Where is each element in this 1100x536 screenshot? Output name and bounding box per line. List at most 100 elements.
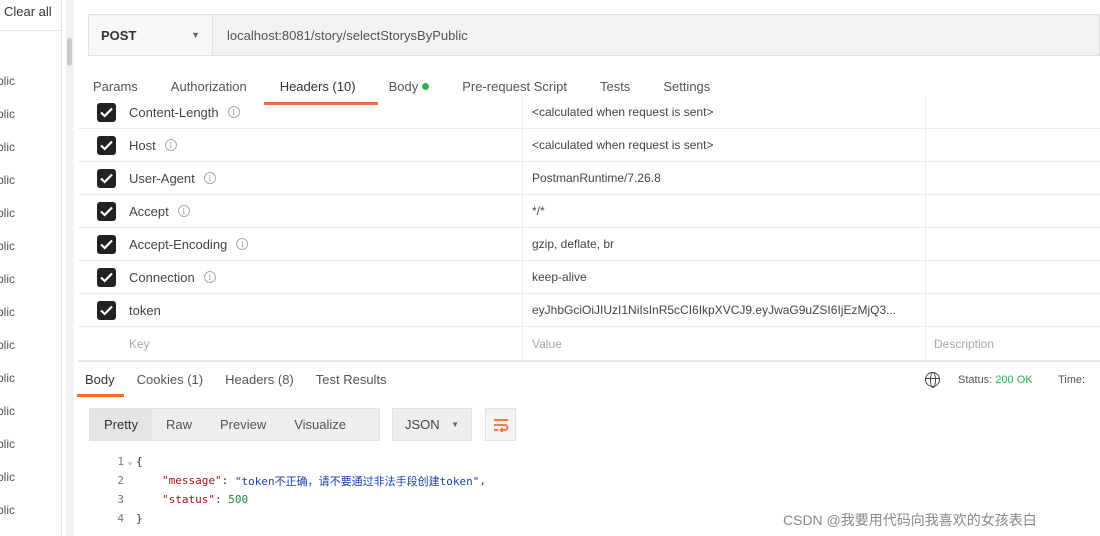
history-item[interactable]: blic bbox=[0, 239, 15, 253]
history-item[interactable]: blic bbox=[0, 140, 15, 154]
header-value[interactable]: <calculated when request is sent> bbox=[523, 96, 926, 128]
header-key-cell: Accept-Encoding i bbox=[78, 228, 523, 260]
fold-icon[interactable]: ⌄ bbox=[124, 457, 136, 467]
code-line: 1 ⌄ { bbox=[100, 452, 143, 471]
checkmark-icon bbox=[100, 305, 113, 316]
header-enabled-checkbox[interactable] bbox=[97, 300, 116, 320]
header-description[interactable] bbox=[926, 261, 1100, 293]
header-key[interactable]: Content-Length bbox=[129, 105, 219, 120]
header-description[interactable] bbox=[926, 294, 1100, 326]
checkmark-icon bbox=[100, 173, 113, 184]
info-icon[interactable]: i bbox=[236, 238, 249, 250]
history-item[interactable]: blic bbox=[0, 107, 15, 121]
history-item[interactable]: blic bbox=[0, 173, 15, 187]
history-item[interactable]: blic bbox=[0, 305, 15, 319]
header-description[interactable] bbox=[926, 96, 1100, 128]
clear-all-button[interactable]: Clear all bbox=[4, 4, 52, 19]
format-select[interactable]: JSON ▼ bbox=[392, 408, 472, 441]
header-key-cell: Host i bbox=[78, 129, 523, 161]
header-description[interactable] bbox=[926, 162, 1100, 194]
history-item[interactable]: blic bbox=[0, 371, 15, 385]
checkmark-icon bbox=[100, 206, 113, 217]
visualize-button[interactable]: Visualize bbox=[280, 409, 360, 440]
history-item[interactable]: blic bbox=[0, 470, 15, 484]
code-token: { bbox=[136, 455, 143, 468]
json-string-value: "token不正确，请不要通过非法手段创建token" bbox=[234, 474, 480, 488]
history-item[interactable]: blic bbox=[0, 338, 15, 352]
new-header-value-input[interactable]: Value bbox=[523, 328, 926, 360]
checkmark-icon bbox=[100, 239, 113, 250]
header-value[interactable]: keep-alive bbox=[523, 261, 926, 293]
json-number-value: 500 bbox=[228, 493, 249, 506]
info-icon[interactable]: i bbox=[164, 139, 177, 151]
response-tab-body[interactable]: Body bbox=[77, 372, 124, 397]
header-key[interactable]: token bbox=[129, 303, 161, 318]
header-value[interactable]: PostmanRuntime/7.26.8 bbox=[523, 162, 926, 194]
header-key[interactable]: Accept-Encoding bbox=[129, 237, 227, 252]
header-value[interactable]: gzip, deflate, br bbox=[523, 228, 926, 260]
header-enabled-checkbox[interactable] bbox=[97, 267, 116, 287]
sidebar-scrollbar-track[interactable] bbox=[66, 0, 74, 536]
line-number: 1 bbox=[117, 455, 124, 468]
header-description[interactable] bbox=[926, 228, 1100, 260]
method-select[interactable]: POST ▼ bbox=[89, 15, 213, 55]
header-description[interactable] bbox=[926, 195, 1100, 227]
checkmark-icon bbox=[100, 140, 113, 151]
history-item[interactable]: blic bbox=[0, 272, 15, 286]
header-key[interactable]: Host bbox=[129, 138, 156, 153]
header-value[interactable]: <calculated when request is sent> bbox=[523, 129, 926, 161]
header-key-cell: Accept i bbox=[78, 195, 523, 227]
code-line: 4 } bbox=[100, 509, 143, 528]
sidebar-scrollbar-thumb[interactable] bbox=[67, 38, 72, 66]
header-key[interactable]: User-Agent bbox=[129, 171, 195, 186]
header-value[interactable]: */* bbox=[523, 195, 926, 227]
response-tab-headers[interactable]: Headers (8) bbox=[225, 372, 294, 387]
header-description[interactable] bbox=[926, 129, 1100, 161]
table-row-placeholder: Key Value Description bbox=[78, 328, 1100, 361]
json-key: "status" bbox=[162, 493, 215, 506]
line-number: 4 bbox=[117, 512, 124, 525]
preview-button[interactable]: Preview bbox=[206, 409, 280, 440]
info-icon[interactable]: i bbox=[203, 172, 216, 184]
response-tab-cookies[interactable]: Cookies (1) bbox=[137, 372, 203, 387]
info-icon[interactable]: i bbox=[177, 205, 190, 217]
url-input[interactable]: localhost:8081/story/selectStorysByPubli… bbox=[213, 28, 468, 43]
header-enabled-checkbox[interactable] bbox=[97, 168, 116, 188]
status-value: 200 OK bbox=[995, 374, 1033, 386]
info-icon[interactable]: i bbox=[227, 106, 240, 118]
table-row: User-Agent i PostmanRuntime/7.26.8 bbox=[78, 162, 1100, 195]
wrap-lines-button[interactable] bbox=[485, 408, 516, 441]
raw-button[interactable]: Raw bbox=[152, 409, 206, 440]
header-enabled-checkbox[interactable] bbox=[97, 102, 116, 122]
pretty-button[interactable]: Pretty bbox=[90, 409, 152, 440]
history-item[interactable]: blic bbox=[0, 74, 15, 88]
header-enabled-checkbox[interactable] bbox=[97, 201, 116, 221]
table-row: token eyJhbGciOiJIUzI1NiIsInR5cCI6IkpXVC… bbox=[78, 294, 1100, 327]
header-value[interactable]: eyJhbGciOiJIUzI1NiIsInR5cCI6IkpXVCJ9.eyJ… bbox=[523, 294, 926, 326]
table-row: Host i <calculated when request is sent> bbox=[78, 129, 1100, 162]
table-row: Accept i */* bbox=[78, 195, 1100, 228]
new-header-key-input[interactable]: Key bbox=[78, 328, 523, 360]
header-key[interactable]: Accept bbox=[129, 204, 169, 219]
header-enabled-checkbox[interactable] bbox=[97, 234, 116, 254]
view-mode-group: Pretty Raw Preview Visualize bbox=[89, 408, 380, 441]
header-key[interactable]: Connection bbox=[129, 270, 195, 285]
header-key-cell: Content-Length i bbox=[78, 96, 523, 128]
code-token: } bbox=[136, 512, 143, 525]
history-item[interactable]: blic bbox=[0, 404, 15, 418]
header-key-cell: Connection i bbox=[78, 261, 523, 293]
table-row: Connection i keep-alive bbox=[78, 261, 1100, 294]
header-enabled-checkbox[interactable] bbox=[97, 135, 116, 155]
table-row: Accept-Encoding i gzip, deflate, br bbox=[78, 228, 1100, 261]
response-divider[interactable] bbox=[78, 361, 1100, 362]
history-item[interactable]: blic bbox=[0, 503, 15, 517]
tab-body-label: Body bbox=[388, 79, 419, 94]
history-item[interactable]: blic bbox=[0, 437, 15, 451]
history-item[interactable]: blic bbox=[0, 206, 15, 220]
new-header-description-input[interactable]: Description bbox=[926, 328, 1100, 360]
code-line: 3 "status": 500 bbox=[100, 490, 248, 509]
response-tab-test-results[interactable]: Test Results bbox=[316, 372, 387, 387]
globe-icon[interactable] bbox=[925, 372, 940, 388]
table-row: Content-Length i <calculated when reques… bbox=[78, 96, 1100, 129]
info-icon[interactable]: i bbox=[203, 271, 216, 283]
